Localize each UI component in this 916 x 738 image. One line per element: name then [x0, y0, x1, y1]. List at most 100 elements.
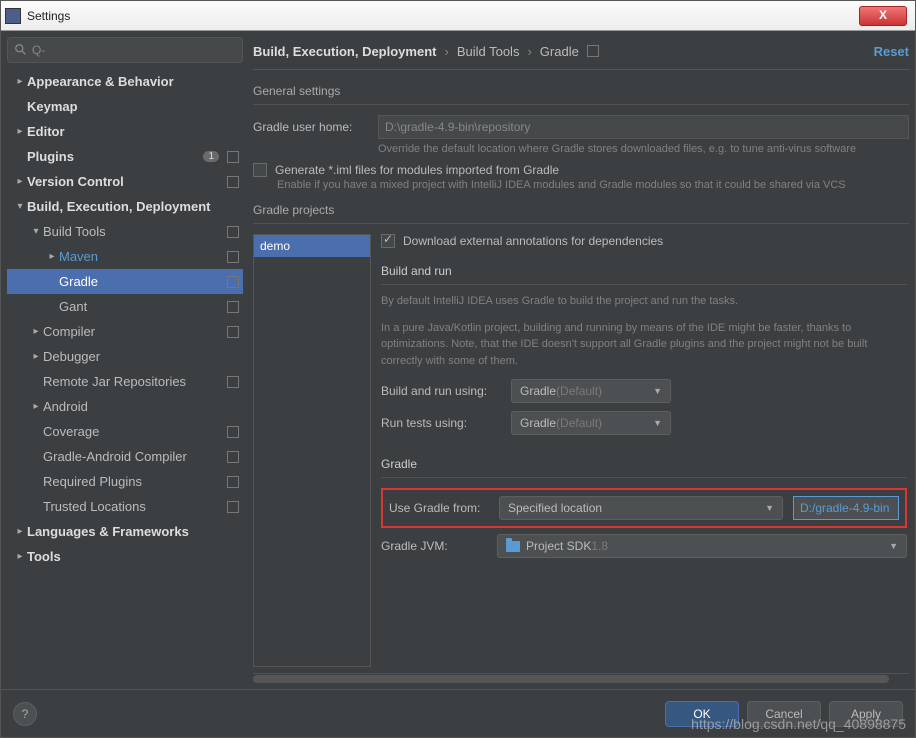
- gradle-title: Gradle: [381, 457, 907, 478]
- tree-item-android[interactable]: ▸Android: [7, 394, 243, 419]
- project-item-demo[interactable]: demo: [254, 235, 370, 257]
- tree-item-compiler[interactable]: ▸Compiler: [7, 319, 243, 344]
- settings-window: Settings X Q- ▸Appearance & Behavior▸Key…: [0, 0, 916, 738]
- build-using-label: Build and run using:: [381, 384, 511, 398]
- chevron-down-icon: ▾: [13, 201, 27, 212]
- iml-label[interactable]: Generate *.iml files for modules importe…: [275, 163, 559, 177]
- crumb-2[interactable]: Build Tools: [457, 44, 520, 59]
- iml-checkbox[interactable]: [253, 163, 267, 177]
- gradle-path-field[interactable]: D:/gradle-4.9-bin: [793, 496, 899, 520]
- download-annotations-row: Download external annotations for depend…: [381, 234, 907, 248]
- tree-label: Trusted Locations: [43, 499, 223, 514]
- tree-label: Remote Jar Repositories: [43, 374, 223, 389]
- tree-label: Gradle: [59, 274, 223, 289]
- project-config-icon: [227, 451, 239, 463]
- cancel-button[interactable]: Cancel: [747, 701, 821, 727]
- tree-item-version-control[interactable]: ▸Version Control: [7, 169, 243, 194]
- use-gradle-from-combo[interactable]: Specified location ▼: [499, 496, 783, 520]
- help-button[interactable]: ?: [13, 702, 37, 726]
- iml-row: Generate *.iml files for modules importe…: [253, 163, 909, 177]
- tree-label: Languages & Frameworks: [27, 524, 239, 539]
- apply-button[interactable]: Apply: [829, 701, 903, 727]
- project-config-icon: [227, 226, 239, 238]
- project-list[interactable]: demo: [253, 234, 371, 667]
- iml-hint: Enable if you have a mixed project with …: [277, 179, 909, 191]
- gradle-home-hint: Override the default location where Grad…: [378, 143, 909, 155]
- chevron-right-icon: ▸: [29, 351, 43, 362]
- tree-label: Plugins: [27, 149, 203, 164]
- build-using-combo[interactable]: Gradle (Default) ▼: [511, 379, 671, 403]
- badge-icon: 1: [203, 151, 219, 162]
- settings-tree[interactable]: ▸Appearance & Behavior▸Keymap▸Editor▸Plu…: [7, 69, 243, 683]
- tree-item-languages-frameworks[interactable]: ▸Languages & Frameworks: [7, 519, 243, 544]
- sidebar: Q- ▸Appearance & Behavior▸Keymap▸Editor▸…: [7, 37, 243, 683]
- tree-item-trusted-locations[interactable]: ▸Trusted Locations: [7, 494, 243, 519]
- tree-label: Debugger: [43, 349, 239, 364]
- tests-using-combo[interactable]: Gradle (Default) ▼: [511, 411, 671, 435]
- tree-item-remote-jar-repositories[interactable]: ▸Remote Jar Repositories: [7, 369, 243, 394]
- chevron-right-icon: ▸: [13, 126, 27, 137]
- tree-label: Gant: [59, 299, 223, 314]
- project-config-icon: [227, 326, 239, 338]
- tree-label: Android: [43, 399, 239, 414]
- build-run-desc2: In a pure Java/Kotlin project, building …: [381, 320, 907, 370]
- project-config-icon: [227, 151, 239, 163]
- tree-item-keymap[interactable]: ▸Keymap: [7, 94, 243, 119]
- search-icon: [14, 43, 28, 57]
- chevron-right-icon: ▸: [45, 251, 59, 262]
- tree-item-build-tools[interactable]: ▾Build Tools: [7, 219, 243, 244]
- search-input[interactable]: Q-: [7, 37, 243, 63]
- footer: ? OK Cancel Apply: [1, 689, 915, 737]
- tree-item-editor[interactable]: ▸Editor: [7, 119, 243, 144]
- project-config-icon: [227, 426, 239, 438]
- chevron-right-icon: ▸: [13, 176, 27, 187]
- tree-item-appearance-behavior[interactable]: ▸Appearance & Behavior: [7, 69, 243, 94]
- tree-item-plugins[interactable]: ▸Plugins1: [7, 144, 243, 169]
- horizontal-scrollbar[interactable]: [253, 673, 909, 683]
- project-config-icon: [227, 301, 239, 313]
- project-config-icon: [587, 45, 599, 57]
- project-config-icon: [227, 251, 239, 263]
- gradle-home-field[interactable]: D:\gradle-4.9-bin\repository: [378, 115, 909, 139]
- project-config-icon: [227, 501, 239, 513]
- project-config-icon: [227, 276, 239, 288]
- tree-item-maven[interactable]: ▸Maven: [7, 244, 243, 269]
- tree-label: Version Control: [27, 174, 223, 189]
- build-run-title: Build and run: [381, 264, 907, 285]
- tree-label: Gradle-Android Compiler: [43, 449, 223, 464]
- tree-item-gradle-android-compiler[interactable]: ▸Gradle-Android Compiler: [7, 444, 243, 469]
- content-area: Q- ▸Appearance & Behavior▸Keymap▸Editor▸…: [1, 31, 915, 689]
- gradle-home-label: Gradle user home:: [253, 120, 378, 134]
- tree-item-required-plugins[interactable]: ▸Required Plugins: [7, 469, 243, 494]
- ok-button[interactable]: OK: [665, 701, 739, 727]
- tree-item-gant[interactable]: ▸Gant: [7, 294, 243, 319]
- gradle-home-row: Gradle user home: D:\gradle-4.9-bin\repo…: [253, 115, 909, 139]
- tree-item-build-execution-deployment[interactable]: ▾Build, Execution, Deployment: [7, 194, 243, 219]
- chevron-right-icon: ▸: [13, 526, 27, 537]
- tree-label: Maven: [59, 249, 223, 264]
- build-run-desc1: By default IntelliJ IDEA uses Gradle to …: [381, 293, 907, 310]
- highlight-box: Use Gradle from: Specified location ▼ D:…: [381, 488, 907, 528]
- chevron-right-icon: ▸: [29, 401, 43, 412]
- tree-label: Compiler: [43, 324, 223, 339]
- crumb-1[interactable]: Build, Execution, Deployment: [253, 44, 436, 59]
- project-config-icon: [227, 376, 239, 388]
- tree-label: Build, Execution, Deployment: [27, 199, 239, 214]
- search-placeholder: Q-: [32, 43, 45, 57]
- close-button[interactable]: X: [859, 6, 907, 26]
- tree-item-gradle[interactable]: ▸Gradle: [7, 269, 243, 294]
- tree-item-coverage[interactable]: ▸Coverage: [7, 419, 243, 444]
- tree-label: Build Tools: [43, 224, 223, 239]
- title-bar[interactable]: Settings X: [1, 1, 915, 31]
- download-annotations-label[interactable]: Download external annotations for depend…: [403, 234, 663, 248]
- reset-link[interactable]: Reset: [874, 44, 909, 59]
- tree-item-tools[interactable]: ▸Tools: [7, 544, 243, 569]
- gradle-jvm-combo[interactable]: Project SDK 1.8 ▼: [497, 534, 907, 558]
- project-detail: Download external annotations for depend…: [381, 234, 909, 667]
- gradle-projects-title: Gradle projects: [253, 203, 909, 224]
- tree-item-debugger[interactable]: ▸Debugger: [7, 344, 243, 369]
- scrollbar-thumb[interactable]: [253, 675, 889, 683]
- tree-label: Editor: [27, 124, 239, 139]
- download-annotations-checkbox[interactable]: [381, 234, 395, 248]
- chevron-right-icon: ▸: [13, 76, 27, 87]
